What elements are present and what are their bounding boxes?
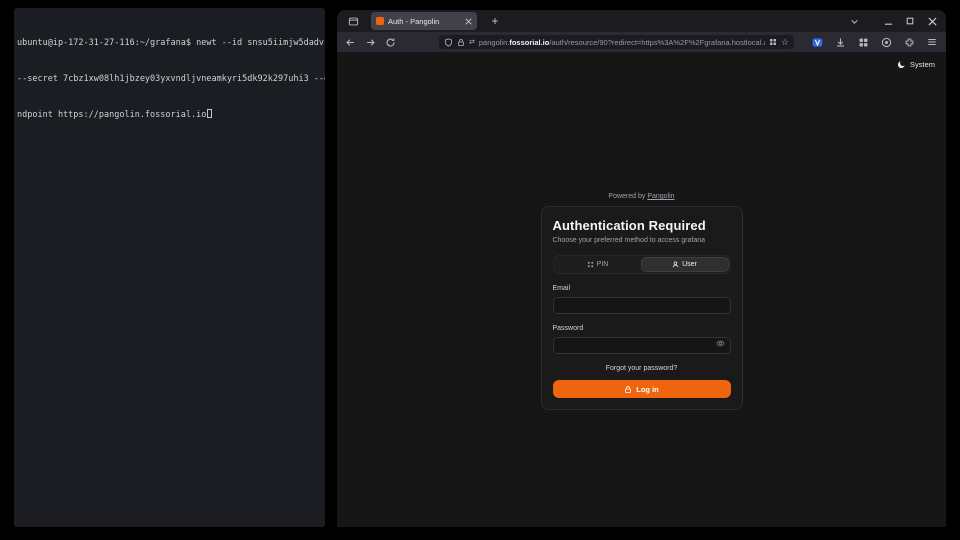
grid-icon[interactable] bbox=[769, 38, 777, 46]
apps-grid-icon[interactable] bbox=[856, 35, 870, 49]
user-icon bbox=[672, 261, 679, 268]
tracking-shield-icon[interactable] bbox=[444, 38, 453, 47]
url-text: pangolin.fossorial.io/auth/resource/90?r… bbox=[479, 38, 765, 47]
terminal-line: ndpoint https://pangolin.fossorial.io bbox=[17, 109, 322, 121]
desktop: ubuntu@ip-172-31-27-116:~/grafana$ newt … bbox=[0, 0, 960, 540]
terminal-line: ubuntu@ip-172-31-27-116:~/grafana$ newt … bbox=[17, 37, 322, 49]
theme-toggle[interactable]: System bbox=[897, 60, 935, 69]
auth-section: Powered by Pangolin Authentication Requi… bbox=[337, 193, 946, 410]
email-field[interactable] bbox=[553, 297, 731, 314]
card-subtitle: Choose your preferred method to access g… bbox=[553, 237, 731, 244]
login-lock-icon bbox=[624, 385, 632, 394]
tab-close-icon[interactable] bbox=[465, 18, 472, 25]
password-field[interactable] bbox=[553, 337, 731, 354]
maximize-icon[interactable] bbox=[902, 13, 918, 29]
forgot-password-link[interactable]: Forgot your password? bbox=[553, 365, 731, 372]
page-content: System Powered by Pangolin Authenticatio… bbox=[337, 52, 946, 527]
login-button-label: Log in bbox=[636, 385, 659, 394]
bookmark-star-icon[interactable]: ☆ bbox=[781, 38, 789, 47]
tab-title: Auth - Pangolin bbox=[388, 17, 461, 26]
record-circle-icon[interactable] bbox=[879, 35, 893, 49]
tab-list-chevron-icon[interactable] bbox=[846, 13, 862, 29]
menu-hamburger-icon[interactable] bbox=[925, 35, 939, 49]
window-close-icon[interactable] bbox=[924, 13, 940, 29]
powered-by: Powered by Pangolin bbox=[608, 193, 674, 200]
auth-method-tabs: PIN User bbox=[553, 255, 731, 274]
minimize-icon[interactable] bbox=[880, 13, 896, 29]
tab-user-label: User bbox=[682, 261, 697, 268]
email-label: Email bbox=[553, 285, 731, 292]
show-password-eye-icon[interactable] bbox=[716, 339, 725, 348]
extension-toolbar bbox=[810, 35, 939, 49]
browser-window: Auth - Pangolin + bbox=[337, 10, 946, 527]
downloads-icon[interactable] bbox=[833, 35, 847, 49]
tab-user[interactable]: User bbox=[641, 257, 729, 272]
back-icon[interactable] bbox=[344, 35, 358, 49]
moon-icon bbox=[897, 60, 906, 69]
login-button[interactable]: Log in bbox=[553, 380, 731, 398]
nav-toolbar: ⇄ pangolin.fossorial.io/auth/resource/90… bbox=[337, 32, 946, 52]
card-title: Authentication Required bbox=[553, 218, 731, 233]
lock-icon[interactable] bbox=[457, 38, 465, 47]
tab-pin[interactable]: PIN bbox=[555, 257, 641, 272]
forward-icon[interactable] bbox=[364, 35, 378, 49]
extension-v-icon[interactable] bbox=[810, 35, 824, 49]
switch-icon[interactable]: ⇄ bbox=[469, 38, 475, 46]
tab-bar: Auth - Pangolin + bbox=[337, 10, 946, 32]
password-label: Password bbox=[553, 325, 731, 332]
terminal-cursor bbox=[207, 109, 212, 118]
extensions-puzzle-icon[interactable] bbox=[902, 35, 916, 49]
theme-label: System bbox=[910, 60, 935, 69]
pin-keypad-icon bbox=[587, 261, 594, 268]
firefox-view-icon[interactable] bbox=[343, 12, 363, 30]
pangolin-favicon-icon bbox=[376, 17, 384, 25]
tab-pin-label: PIN bbox=[597, 261, 609, 268]
window-controls bbox=[880, 13, 940, 29]
auth-card: Authentication Required Choose your pref… bbox=[541, 206, 743, 410]
terminal-window[interactable]: ubuntu@ip-172-31-27-116:~/grafana$ newt … bbox=[14, 8, 325, 527]
reload-icon[interactable] bbox=[383, 35, 397, 49]
url-bar[interactable]: ⇄ pangolin.fossorial.io/auth/resource/90… bbox=[439, 35, 794, 49]
pangolin-link[interactable]: Pangolin bbox=[647, 193, 674, 200]
new-tab-button[interactable]: + bbox=[487, 13, 503, 29]
browser-tab[interactable]: Auth - Pangolin bbox=[371, 12, 477, 30]
terminal-line: --secret 7cbz1xw08lh1jbzey03yxvndljvneam… bbox=[17, 73, 322, 85]
